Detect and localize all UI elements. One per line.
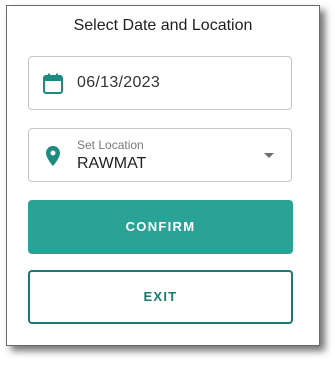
exit-button[interactable]: EXIT (28, 270, 293, 324)
date-picker-field[interactable]: 06/13/2023 (28, 56, 292, 110)
date-location-dialog: Select Date and Location 06/13/2023 Set … (6, 5, 320, 346)
screen: Select Date and Location 06/13/2023 Set … (0, 0, 335, 370)
location-pin-icon (41, 144, 65, 168)
dialog-title: Select Date and Location (73, 17, 253, 34)
location-label: Set Location (77, 138, 144, 152)
calendar-icon (41, 72, 65, 96)
date-value: 06/13/2023 (77, 74, 161, 91)
confirm-button[interactable]: CONFIRM (28, 200, 293, 254)
location-value: RAWMAT (77, 155, 147, 172)
location-select[interactable]: Set Location RAWMAT (28, 128, 292, 182)
chevron-down-icon[interactable] (264, 153, 274, 158)
